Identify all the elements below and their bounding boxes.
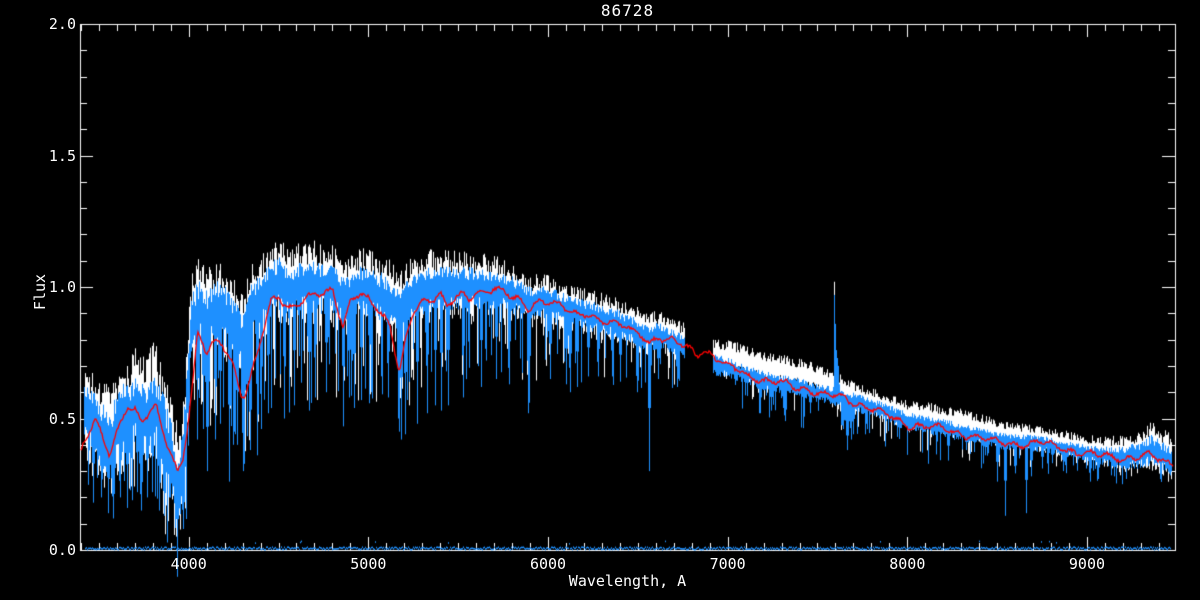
y-tick-label: 1.0 (48, 278, 76, 296)
x-tick-label: 9000 (1068, 555, 1106, 573)
y-tick-label: 0.0 (48, 541, 76, 559)
y-tick-label: 2.0 (48, 15, 76, 33)
x-tick-label: 8000 (889, 555, 926, 573)
plot-title: 86728 (600, 1, 655, 20)
spectrum-plot-canvas (0, 0, 1200, 600)
x-tick-label: 6000 (529, 555, 567, 573)
x-tick-label: 4000 (170, 555, 207, 573)
x-axis-label: Wavelength, A (568, 572, 687, 590)
spectrum-figure: 86728 Wavelength, A Flux 0.0 0.5 1.0 1.5 2.0… (0, 0, 1200, 600)
y-tick-label: 1.5 (48, 146, 76, 165)
y-tick-label: 0.5 (48, 409, 76, 428)
x-tick-label: 7000 (709, 555, 746, 573)
x-tick-label: 5000 (350, 555, 387, 573)
